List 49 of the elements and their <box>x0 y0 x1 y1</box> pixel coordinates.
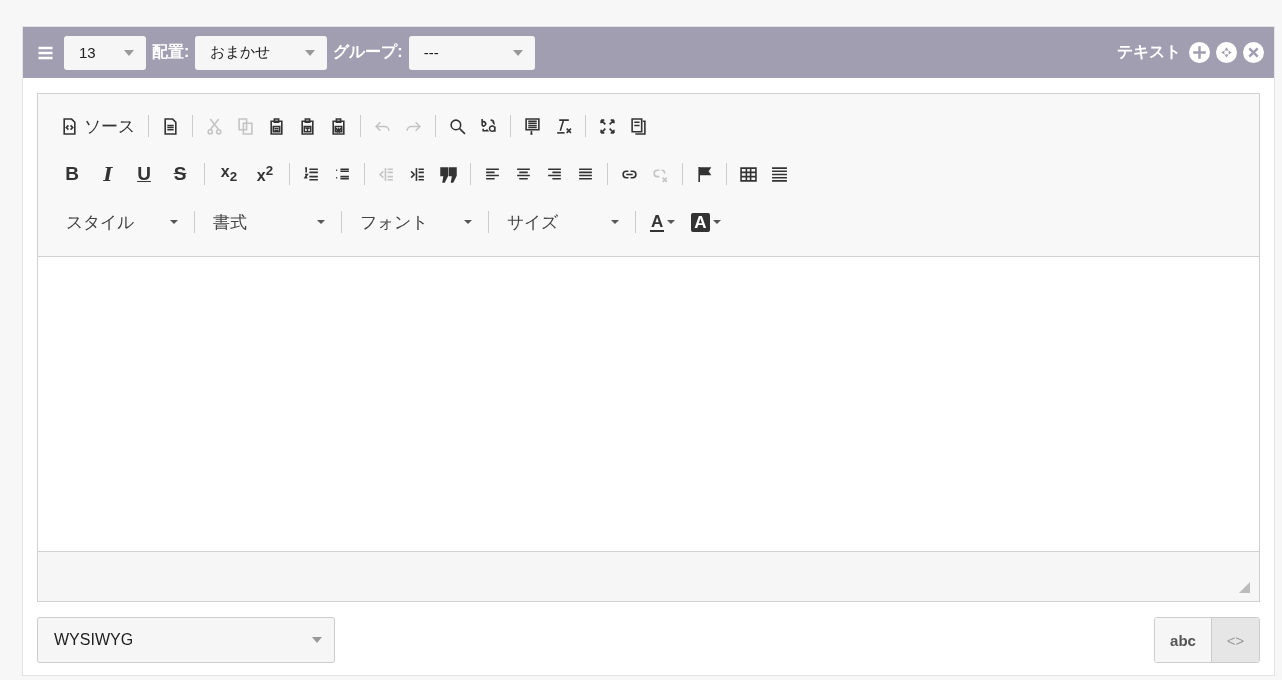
resize-handle-icon[interactable] <box>1239 582 1250 593</box>
format-dropdown[interactable]: フォント <box>350 206 480 238</box>
view-toggle-button[interactable]: abc <box>1155 618 1211 662</box>
placement-label: 配置: <box>152 42 190 62</box>
source-icon <box>61 117 78 135</box>
italic-button[interactable]: I <box>92 159 124 189</box>
underline-button[interactable]: U <box>128 159 160 189</box>
block-type-label: テキスト <box>1117 42 1181 62</box>
format-dropdown[interactable]: スタイル <box>56 206 186 238</box>
align-left-icon <box>484 165 501 183</box>
paste-word-icon <box>330 117 347 135</box>
strike-button[interactable]: S <box>164 159 196 189</box>
blockquote-icon <box>440 165 457 183</box>
maximize-icon <box>599 117 616 135</box>
editor-mode-select[interactable]: WYSIWYG <box>37 617 335 663</box>
cut-icon <box>206 117 223 135</box>
placement-select[interactable]: おまかせ <box>195 35 328 70</box>
indent-icon <box>409 165 426 183</box>
paste-icon <box>268 117 285 135</box>
subscript-button[interactable]: x$_{2}$ <box>213 159 245 189</box>
align-center-icon <box>515 165 532 183</box>
align-right-icon <box>546 165 563 183</box>
move-icon[interactable] <box>1216 42 1237 63</box>
numbered-list-icon <box>303 165 320 183</box>
close-icon[interactable] <box>1243 42 1264 63</box>
table-icon <box>740 165 757 183</box>
format-dropdown[interactable]: サイズ <box>497 206 627 238</box>
text-color-button[interactable]: A <box>644 208 682 236</box>
number-select[interactable]: 13 <box>64 35 146 70</box>
format-dropdown[interactable]: 書式 <box>203 206 333 238</box>
bold-button[interactable]: B <box>56 159 88 189</box>
horizontal-rule-icon <box>771 165 788 183</box>
justify-icon <box>577 165 594 183</box>
menu-icon[interactable] <box>37 45 54 60</box>
superscript-button[interactable]: x$^{2}$ <box>249 158 281 190</box>
find-icon <box>449 117 466 135</box>
source-button[interactable]: ソース <box>56 110 140 142</box>
paste-text-icon <box>299 117 316 135</box>
group-select[interactable]: --- <box>408 35 535 70</box>
bulleted-list-icon <box>334 165 351 183</box>
remove-format-icon <box>555 117 572 135</box>
outdent-icon <box>378 165 395 183</box>
copy-icon <box>237 117 254 135</box>
newpage-icon <box>162 117 179 135</box>
show-blocks-icon <box>630 117 647 135</box>
add-icon[interactable] <box>1189 42 1210 63</box>
background-color-button[interactable]: A <box>685 208 727 236</box>
replace-icon <box>480 117 497 135</box>
group-label: グループ: <box>333 42 403 62</box>
